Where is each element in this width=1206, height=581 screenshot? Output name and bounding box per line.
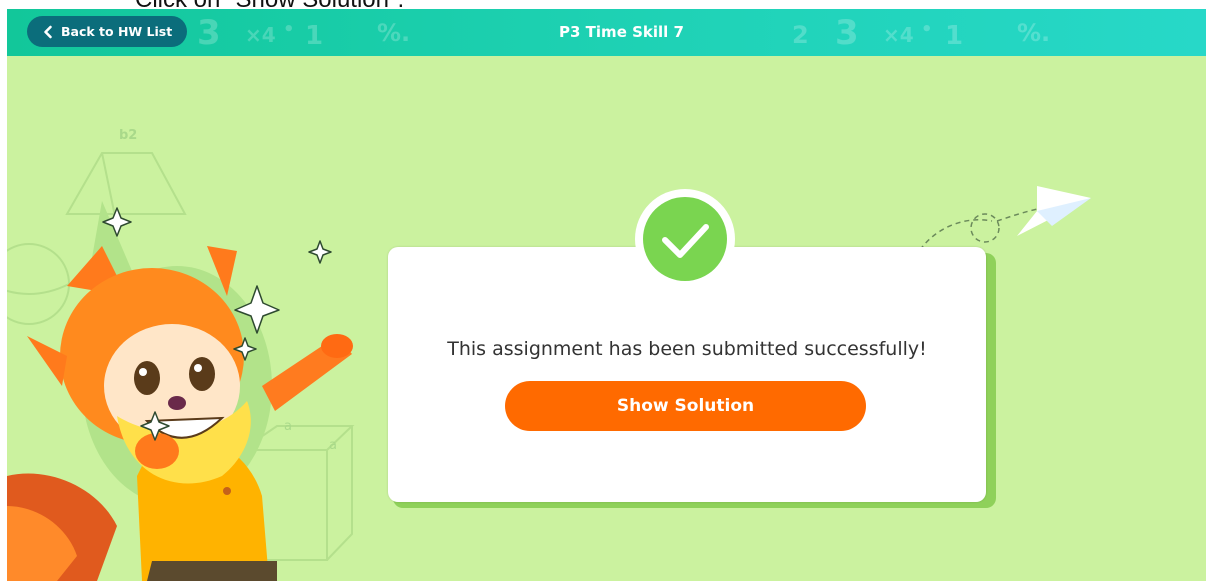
success-message: This assignment has been submitted succe… — [447, 338, 927, 360]
show-solution-button[interactable]: Show Solution — [505, 381, 866, 431]
check-circle-icon — [643, 197, 727, 281]
page-title: P3 Time Skill 7 — [559, 23, 684, 41]
top-header-bar: 3 ×4 • 1 %. 2 3 ×4 • 1 %. Back to HW Lis… — [7, 9, 1206, 56]
success-badge — [635, 189, 735, 289]
checkmark-icon — [662, 224, 709, 258]
